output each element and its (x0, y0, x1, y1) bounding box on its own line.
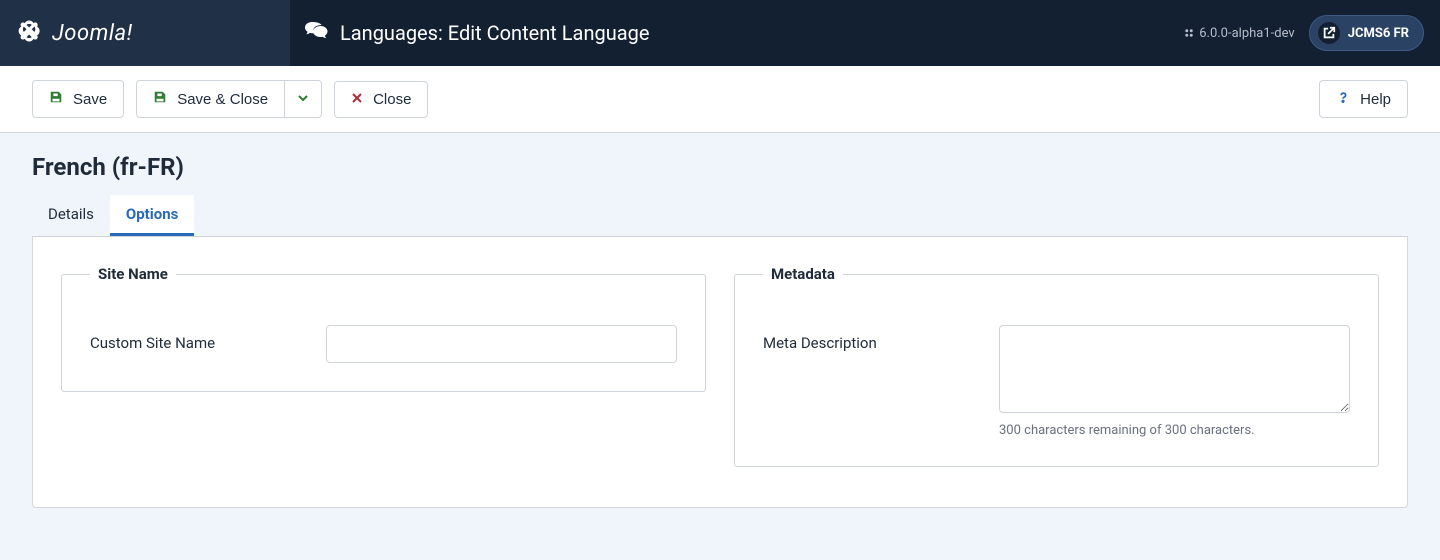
content-area: French (fr-FR) Details Options Site Name… (0, 133, 1440, 540)
close-label: Close (373, 91, 411, 108)
page-title-area: Languages: Edit Content Language (290, 0, 1183, 66)
help-label: Help (1360, 91, 1391, 108)
close-button[interactable]: Close (334, 81, 428, 118)
input-custom-site-name[interactable] (326, 325, 677, 363)
save-close-label: Save & Close (177, 91, 268, 108)
comments-icon (304, 20, 328, 47)
label-custom-site-name: Custom Site Name (90, 325, 310, 352)
external-link-icon (1318, 22, 1340, 44)
brand-name: Joomla! (52, 21, 133, 46)
item-title: French (fr-FR) (32, 153, 1408, 181)
header: Joomla! Languages: Edit Content Language… (0, 0, 1440, 66)
brand-area: Joomla! (0, 17, 290, 49)
fieldset-metadata: Metadata Meta Description 300 characters… (734, 265, 1379, 467)
joomla-logo-icon (16, 17, 44, 49)
save-label: Save (73, 91, 107, 108)
version-text: 6.0.0-alpha1-dev (1199, 26, 1294, 41)
options-panel: Site Name Custom Site Name Metadata Meta… (32, 237, 1408, 508)
legend-metadata: Metadata (763, 265, 843, 283)
field-custom-site-name: Custom Site Name (90, 325, 677, 363)
tab-bar: Details Options (32, 195, 1408, 237)
close-icon (351, 91, 363, 108)
save-close-group: Save & Close (136, 80, 322, 118)
site-link[interactable]: JCMS6 FR (1309, 15, 1424, 51)
col-metadata: Metadata Meta Description 300 characters… (734, 265, 1379, 467)
site-name: JCMS6 FR (1348, 26, 1409, 41)
col-site-name: Site Name Custom Site Name (61, 265, 706, 467)
version-badge: 6.0.0-alpha1-dev (1183, 26, 1294, 41)
tab-details[interactable]: Details (32, 195, 110, 236)
legend-site-name: Site Name (90, 265, 176, 283)
textarea-meta-description[interactable] (999, 325, 1350, 413)
save-close-button[interactable]: Save & Close (136, 80, 284, 118)
save-close-dropdown[interactable] (284, 80, 322, 118)
save-icon (49, 90, 63, 108)
help-button[interactable]: Help (1319, 80, 1408, 118)
meta-desc-counter: 300 characters remaining of 300 characte… (999, 423, 1350, 438)
page-title: Languages: Edit Content Language (340, 21, 649, 45)
joomla-mini-icon (1183, 27, 1195, 39)
save-button[interactable]: Save (32, 80, 124, 118)
label-meta-description: Meta Description (763, 325, 983, 352)
toolbar: Save Save & Close Close Help (0, 66, 1440, 133)
save-icon (153, 90, 167, 108)
tab-options[interactable]: Options (110, 195, 194, 236)
chevron-down-icon (297, 91, 309, 108)
field-meta-description: Meta Description 300 characters remainin… (763, 325, 1350, 438)
help-icon (1336, 90, 1350, 108)
header-right: 6.0.0-alpha1-dev JCMS6 FR (1183, 0, 1440, 66)
fieldset-site-name: Site Name Custom Site Name (61, 265, 706, 392)
